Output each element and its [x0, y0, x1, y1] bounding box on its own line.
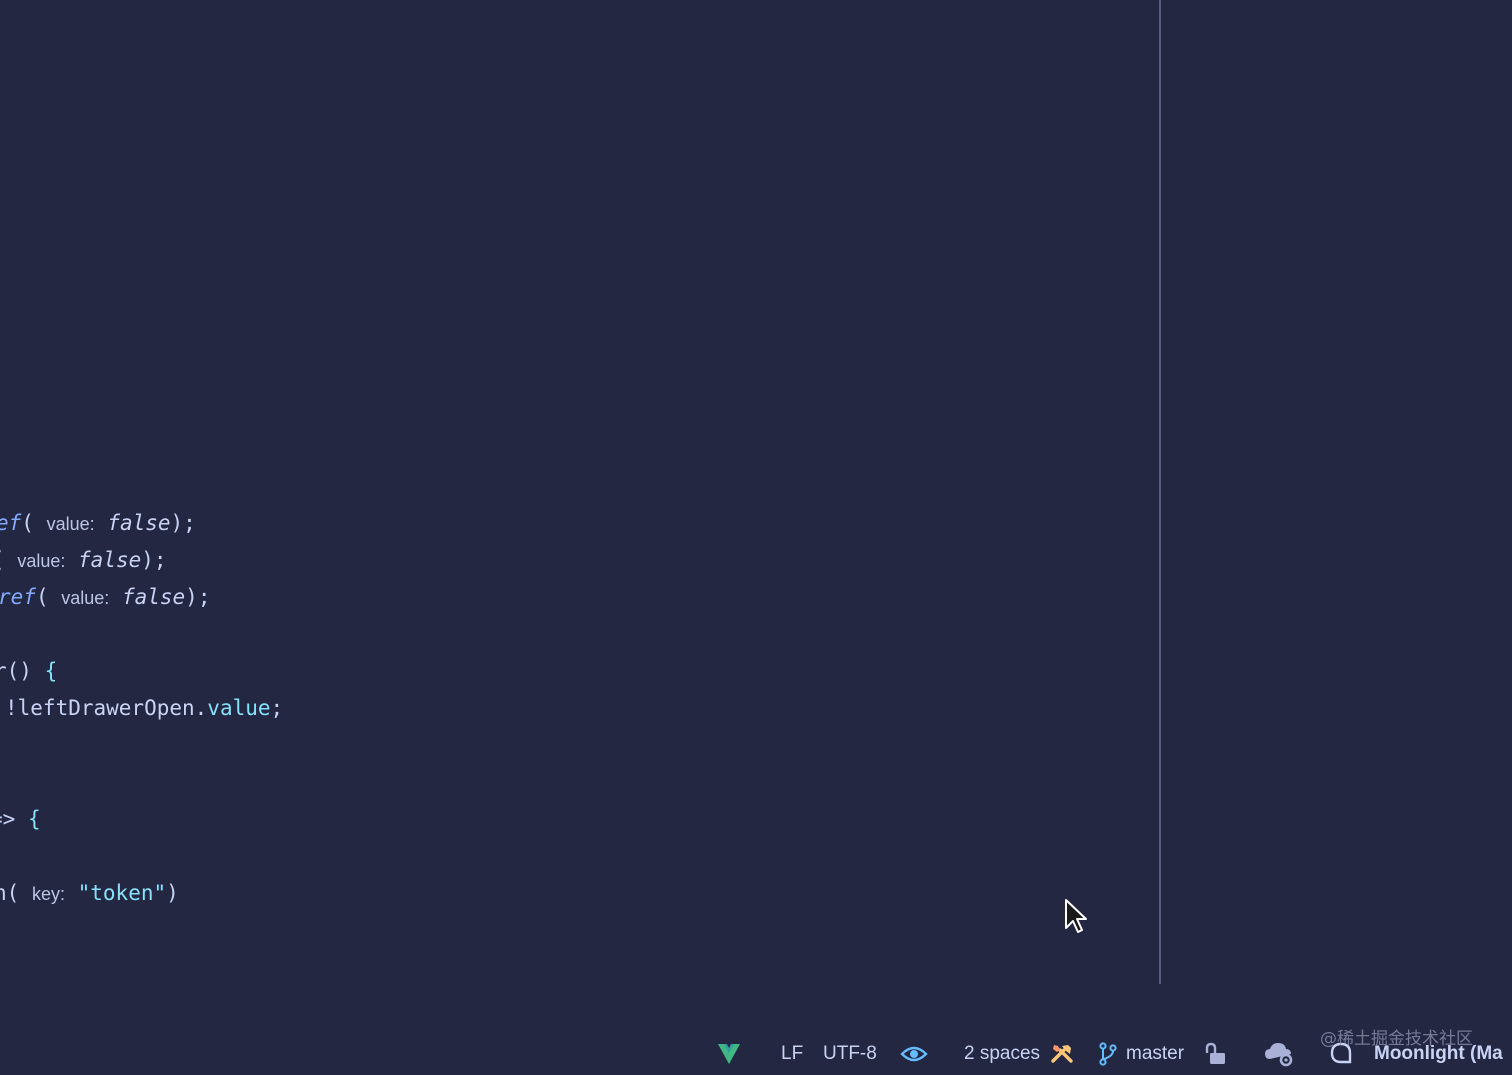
code-line-1: ef( value: false); — [0, 511, 196, 535]
line-ending-indicator[interactable]: LF — [781, 1032, 803, 1075]
code-editor[interactable]: ef( value: false); ( value: false); ref(… — [0, 0, 1160, 984]
code-line-6: => { — [0, 807, 41, 831]
mouse-pointer-icon — [1065, 899, 1087, 933]
indentation-indicator[interactable]: 2 spaces — [964, 1032, 1040, 1075]
branch-name[interactable]: master — [1126, 1032, 1184, 1075]
param-hint: key: — [31, 884, 65, 904]
param-hint: value: — [17, 551, 66, 571]
encoding-indicator[interactable]: UTF-8 — [823, 1032, 877, 1075]
param-hint: value: — [46, 514, 95, 534]
status-bar: LF UTF-8 2 spaces master Moonlight (Ma — [0, 1032, 1512, 1075]
code-line-4: r() { — [0, 659, 58, 683]
vue-icon[interactable] — [716, 1032, 742, 1075]
code-line-7: n( key: "token") — [0, 881, 179, 905]
tools-icon[interactable] — [1050, 1032, 1074, 1075]
eye-icon[interactable] — [900, 1032, 928, 1075]
param-hint: value: — [61, 588, 110, 608]
secondary-pane — [1161, 0, 1512, 984]
code-line-3: ref( value: false); — [0, 585, 211, 609]
watermark: @稀土掘金技术社区 — [1320, 1029, 1473, 1049]
code-line-2: ( value: false); — [0, 548, 167, 572]
cloud-gear-icon[interactable] — [1264, 1032, 1296, 1075]
code-line-5: !leftDrawerOpen.value; — [5, 696, 284, 720]
git-branch-icon[interactable] — [1098, 1032, 1118, 1075]
unlock-icon[interactable] — [1204, 1032, 1228, 1075]
